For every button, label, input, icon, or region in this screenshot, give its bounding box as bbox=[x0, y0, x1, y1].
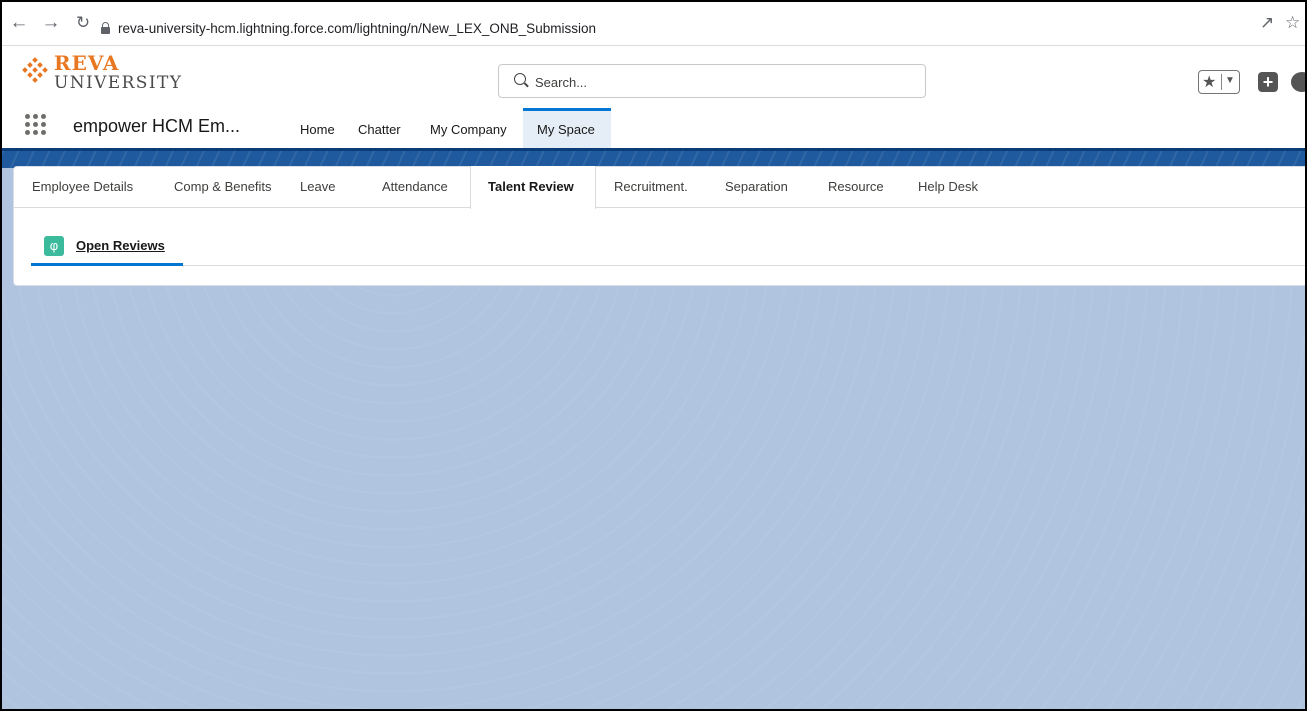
global-search[interactable] bbox=[498, 64, 926, 98]
share-icon[interactable]: ↗ bbox=[1260, 13, 1274, 33]
nav-my-space[interactable]: My Space bbox=[523, 108, 611, 148]
tab-recruitment[interactable]: Recruitment. bbox=[614, 179, 688, 194]
tab-attendance[interactable]: Attendance bbox=[382, 179, 448, 194]
reload-icon[interactable]: ↻ bbox=[72, 12, 94, 34]
address-bar[interactable]: reva-university-hcm.lightning.force.com/… bbox=[118, 21, 596, 36]
tab-comp-benefits[interactable]: Comp & Benefits bbox=[174, 179, 272, 194]
tab-help-desk[interactable]: Help Desk bbox=[918, 179, 978, 194]
search-icon bbox=[514, 73, 526, 85]
nav-home[interactable]: Home bbox=[300, 122, 335, 137]
lock-icon bbox=[101, 22, 110, 34]
tab-employee-details[interactable]: Employee Details bbox=[32, 179, 133, 194]
subtab-divider bbox=[31, 265, 1305, 266]
trailhead-icon[interactable] bbox=[1291, 72, 1305, 92]
star-icon: ★ bbox=[1202, 74, 1217, 91]
subtab-active-indicator bbox=[31, 263, 183, 266]
window-frame: ← → ↻ reva-university-hcm.lightning.forc… bbox=[0, 0, 1307, 711]
tab-separation[interactable]: Separation bbox=[725, 179, 788, 194]
forward-icon[interactable]: → bbox=[40, 12, 62, 34]
app-name: empower HCM Em... bbox=[73, 116, 241, 136]
tab-talent-review[interactable]: Talent Review bbox=[470, 166, 596, 209]
chevron-down-icon[interactable]: ▼ bbox=[1225, 75, 1235, 86]
favorites-button[interactable]: ★ ▼ bbox=[1198, 70, 1240, 94]
tab-resource[interactable]: Resource bbox=[828, 179, 884, 194]
global-add-button[interactable]: + bbox=[1258, 72, 1278, 92]
nav-my-company[interactable]: My Company bbox=[430, 122, 507, 137]
tab-leave[interactable]: Leave bbox=[300, 179, 335, 194]
app-launcher-icon[interactable] bbox=[25, 114, 47, 136]
bookmark-star-icon[interactable]: ☆ bbox=[1285, 13, 1300, 33]
logo-text-university: UNIVERSITY bbox=[54, 73, 183, 93]
logo-text-reva: REVA bbox=[54, 51, 120, 75]
reva-logo-icon bbox=[22, 57, 48, 83]
search-input[interactable] bbox=[535, 71, 905, 93]
nav-chatter[interactable]: Chatter bbox=[358, 122, 401, 137]
subtab-open-reviews[interactable]: Open Reviews bbox=[76, 238, 165, 253]
back-icon[interactable]: ← bbox=[8, 12, 30, 34]
page-banner bbox=[2, 148, 1305, 168]
lightbulb-icon: φ bbox=[44, 236, 64, 256]
